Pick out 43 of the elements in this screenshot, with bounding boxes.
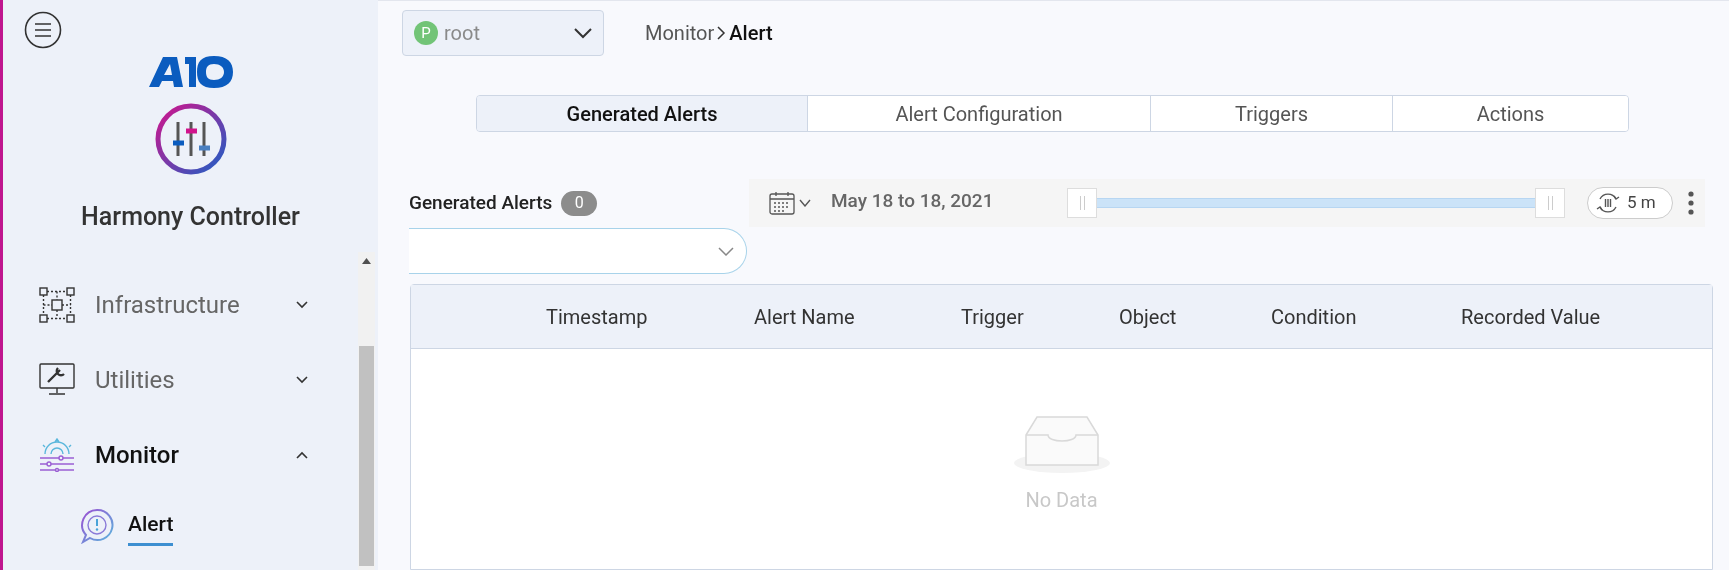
tab[interactable]: Generated Alerts bbox=[477, 96, 807, 131]
column-header: Recorded Value bbox=[1461, 303, 1602, 331]
column-header: Condition bbox=[1271, 303, 1358, 331]
range-slider[interactable] bbox=[1067, 188, 1565, 218]
date-range: May 18 to 18, 2021 bbox=[831, 188, 995, 214]
tab[interactable]: Triggers bbox=[1150, 96, 1392, 131]
column-header: Trigger bbox=[961, 303, 1025, 331]
monitor-wrench-icon bbox=[39, 363, 75, 397]
tenant-name: root bbox=[444, 20, 481, 47]
chevron-down-icon bbox=[718, 246, 734, 256]
refresh-button[interactable]: 5 m bbox=[1587, 187, 1673, 219]
breadcrumb-item: Alert bbox=[729, 20, 773, 47]
column-header: Object bbox=[1119, 303, 1178, 331]
nav-subitem[interactable]: Alert bbox=[128, 504, 174, 547]
count-badge: 0 bbox=[561, 190, 598, 216]
tab[interactable]: Actions bbox=[1392, 96, 1628, 131]
gear-sliders-icon bbox=[39, 438, 75, 472]
calendar-icon[interactable] bbox=[769, 191, 795, 215]
breadcrumb-item[interactable]: Monitor bbox=[645, 18, 715, 48]
nav-item[interactable]: Infrastructure bbox=[95, 287, 296, 323]
scroll-up-icon[interactable] bbox=[362, 258, 371, 264]
network-diagram-icon bbox=[39, 287, 75, 323]
empty-inbox-icon bbox=[1012, 413, 1111, 475]
sliders-icon bbox=[153, 102, 228, 176]
chevron-down-icon bbox=[574, 27, 592, 39]
more-options-icon[interactable] bbox=[1688, 191, 1694, 215]
nav-item[interactable]: Monitor bbox=[95, 437, 296, 473]
scrollbar[interactable] bbox=[358, 252, 375, 570]
tenant-avatar: P bbox=[414, 21, 438, 45]
column-header: Timestamp bbox=[546, 303, 649, 331]
chevron-down-icon[interactable] bbox=[799, 199, 811, 207]
logo-icon bbox=[148, 56, 233, 88]
product-name: Harmony Controller bbox=[80, 201, 301, 233]
alert-bubble-icon bbox=[80, 507, 114, 544]
menu-icon[interactable] bbox=[24, 11, 62, 49]
tab[interactable]: Alert Configuration bbox=[807, 96, 1150, 131]
nav-item[interactable]: Utilities bbox=[95, 362, 296, 398]
range-end-handle[interactable] bbox=[1535, 188, 1565, 218]
panel-title: Generated Alerts bbox=[409, 189, 553, 216]
pause-refresh-icon bbox=[1596, 191, 1620, 215]
column-header: Alert Name bbox=[754, 303, 856, 331]
chevron-right-icon bbox=[717, 26, 727, 40]
range-start-handle[interactable] bbox=[1067, 188, 1097, 218]
